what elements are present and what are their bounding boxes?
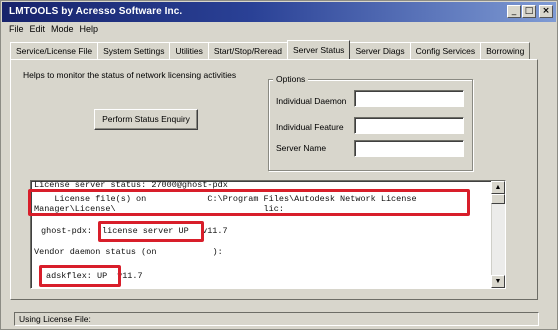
scroll-down-icon[interactable]: ▼ [491,275,505,288]
individual-daemon-label: Individual Daemon [276,96,347,106]
tab-server-status[interactable]: Server Status [286,40,351,59]
server-name-label: Server Name [276,143,327,153]
tab-strip: Service/License File System Settings Uti… [10,40,531,59]
window-title: LMTOOLS by Acresso Software Inc. [9,6,183,17]
individual-feature-input[interactable] [354,117,464,134]
output-line-server-prefix: ghost-pdx: [41,226,98,236]
scroll-thumb[interactable] [491,194,505,204]
output-line-vendor-daemon: Vendor daemon status (on ): [34,247,223,257]
title-bar[interactable]: LMTOOLS by Acresso Software Inc. _ □ × [2,2,556,22]
scroll-up-icon[interactable]: ▲ [491,181,505,194]
adskflex-up-highlight-box [39,265,121,287]
menu-mode[interactable]: Mode [51,23,74,37]
menu-edit[interactable]: Edit [30,23,46,37]
tab-utilities[interactable]: Utilities [169,42,209,59]
tab-config-services[interactable]: Config Services [409,42,482,59]
lmtools-window: LMTOOLS by Acresso Software Inc. _ □ × F… [0,0,558,330]
tab-service-license-file[interactable]: Service/License File [10,42,99,59]
close-icon[interactable]: × [539,5,553,18]
tab-start-stop-reread[interactable]: Start/Stop/Reread [207,42,288,59]
maximize-icon[interactable]: □ [522,5,536,18]
tab-system-settings[interactable]: System Settings [97,42,171,59]
individual-daemon-input[interactable] [354,90,464,107]
help-text: Helps to monitor the status of network l… [23,70,237,80]
menu-help[interactable]: Help [80,23,99,37]
menu-bar: File Edit Mode Help [3,23,98,37]
minimize-icon[interactable]: _ [507,5,521,18]
individual-feature-label: Individual Feature [276,122,344,132]
license-server-up-highlight-box [98,221,204,242]
license-file-highlight-box [28,189,470,216]
menu-file[interactable]: File [9,23,24,37]
tab-borrowing[interactable]: Borrowing [480,42,531,59]
status-bar: Using License File: [14,312,539,326]
perform-status-enquiry-button[interactable]: Perform Status Enquiry [94,109,198,130]
server-name-input[interactable] [354,140,464,157]
options-legend: Options [273,74,309,84]
tab-server-diags[interactable]: Server Diags [349,42,411,59]
